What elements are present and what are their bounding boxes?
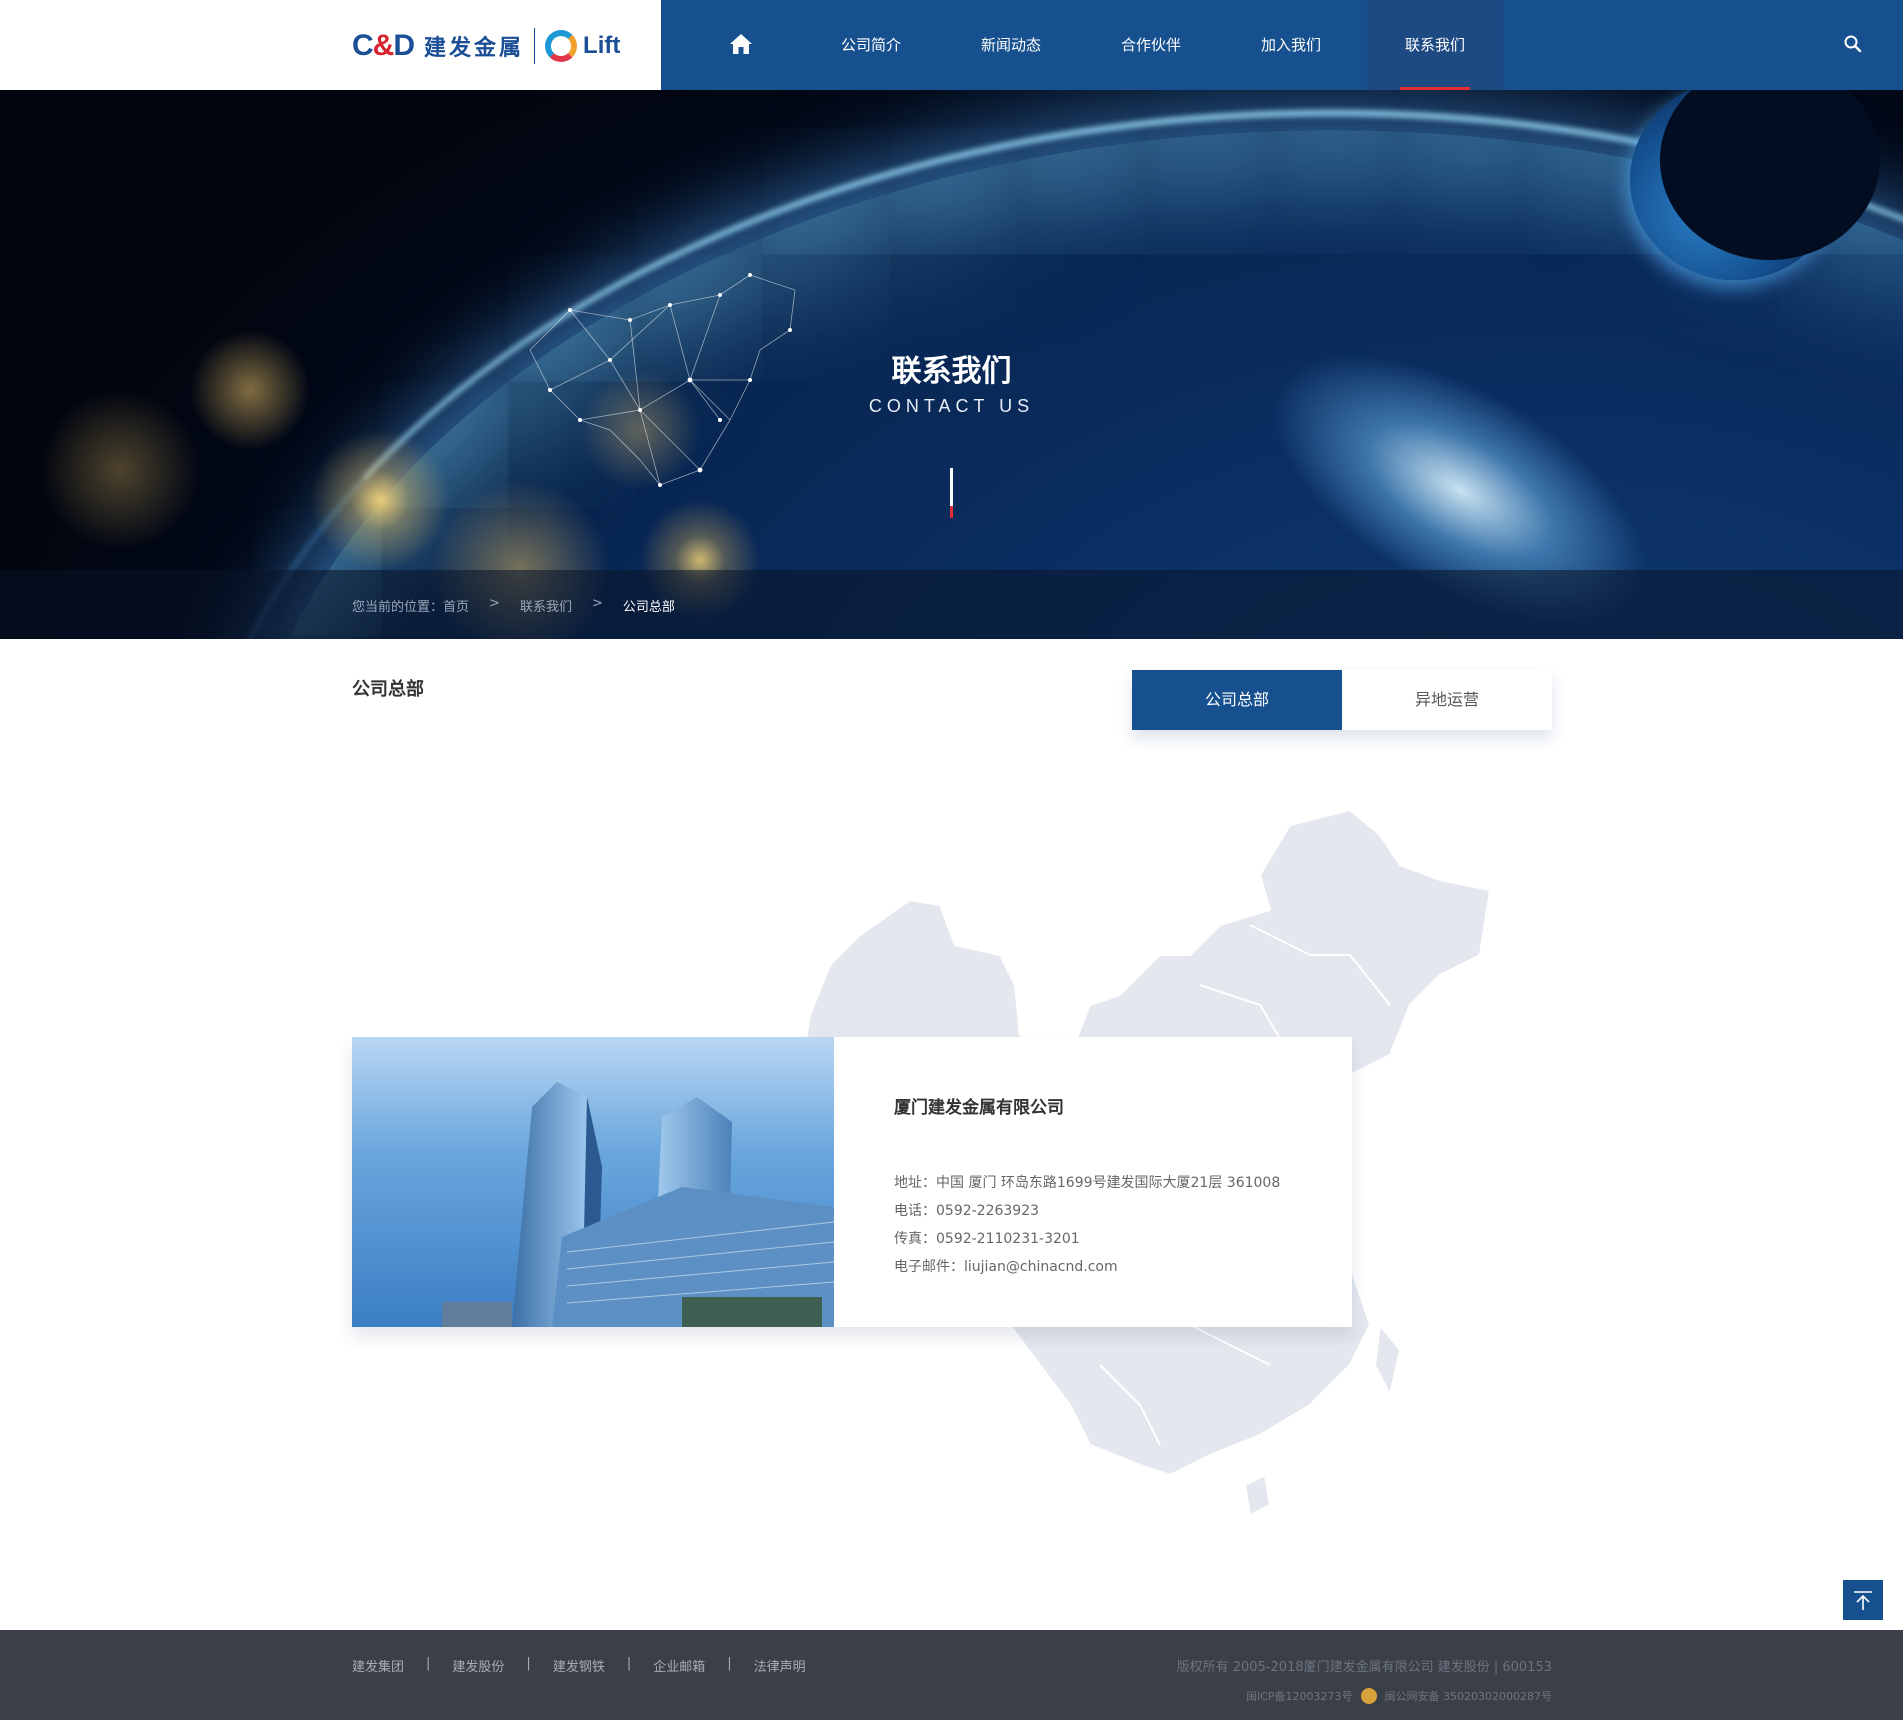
company-name: 厦门建发金属有限公司 [894,1098,1064,1118]
footer-separator: | [426,1656,431,1671]
tab-remote-operations[interactable]: 异地运营 [1342,670,1552,730]
footer-separator: | [626,1656,632,1671]
logo-sub-brand: Lift [583,32,621,59]
nav-home[interactable] [701,0,781,90]
address-text: 地址：中国 厦门 环岛东路1699号建发国际大厦21层 361008 [894,1175,1281,1191]
breadcrumb: 您当前的位置： 首页 > 联系我们 > 公司总部 [352,596,675,615]
police-badge-icon [1360,1688,1377,1704]
nav-item-partners[interactable]: 合作伙伴 [1091,0,1211,90]
nav-item-news[interactable]: 新闻动态 [951,0,1071,90]
footer-separator: | [727,1656,732,1671]
home-icon [730,34,752,54]
lift-logo-icon [545,30,578,62]
banner-divider-accent [950,506,953,518]
icp-record[interactable]: 闽ICP备12003273号 [1246,1688,1353,1704]
footer-link-legal[interactable]: 法律声明 [754,1656,806,1675]
site-footer: 建发集团 | 建发股份 | 建发钢铁 | 企业邮箱 | 法律声明 版权所有 20… [0,1630,1903,1720]
breadcrumb-contact[interactable]: 联系我们 [520,596,572,615]
footer-link-mail[interactable]: 企业邮箱 [653,1656,705,1675]
nav-item-about[interactable]: 公司简介 [811,0,931,90]
email-text[interactable]: 电子邮件：liujian@chinacnd.com [894,1256,1118,1276]
breadcrumb-bar [0,570,1903,639]
footer-link-shares[interactable]: 建发股份 [452,1656,504,1675]
icp-info: 闽ICP备12003273号 闽公网安备 35020302000287号 [1246,1688,1552,1704]
footer-separator: | [526,1656,531,1671]
breadcrumb-home[interactable]: 首页 [443,596,469,615]
nav-item-contact[interactable]: 联系我们 [1367,0,1503,90]
search-icon[interactable] [1843,34,1863,54]
main-nav: 公司简介 新闻动态 合作伙伴 加入我们 联系我们 [661,0,1903,90]
contact-card: 厦门建发金属有限公司 地址：中国 厦门 环岛东路1699号建发国际大厦21层 3… [352,1037,1352,1327]
logo-area: C&D 建发金属 Lift [0,0,661,90]
police-record[interactable]: 闽公网安备 35020302000287号 [1385,1688,1552,1704]
footer-link-steel[interactable]: 建发钢铁 [553,1656,605,1675]
footer-link-group[interactable]: 建发集团 [352,1656,404,1675]
copyright-text: 版权所有 2005-2018厦门建发金属有限公司 建发股份 | 600153 [1176,1660,1552,1675]
logo-brand: C&D [352,29,415,62]
logo-brand-cn: 建发金属 [424,36,525,61]
site-logo[interactable]: C&D 建发金属 Lift [352,26,620,66]
hero-banner: 联系我们 CONTACT US 您当前的位置： 首页 > 联系我们 > 公司总部 [0,90,1903,639]
breadcrumb-separator: > [489,596,500,611]
breadcrumb-prefix: 您当前的位置： [352,600,444,615]
office-tower-image [442,1082,834,1327]
banner-subtitle: CONTACT US [868,396,1035,416]
section-title: 公司总部 [352,679,424,700]
location-tabs: 公司总部 异地运营 [1132,670,1552,730]
building-photo [352,1037,834,1327]
fax-text: 传真：0592-2110231-3201 [894,1231,1080,1247]
logo-divider [534,28,536,64]
nav-item-join[interactable]: 加入我们 [1231,0,1351,90]
breadcrumb-current: 公司总部 [622,600,675,615]
breadcrumb-separator: > [591,596,603,611]
back-to-top-button[interactable] [1843,1580,1883,1620]
banner-title: 联系我们 [891,354,1012,389]
arrow-up-icon [1854,1591,1872,1610]
site-header: C&D 建发金属 Lift 公司简介 新闻动态 合作伙伴 加入我们 联系我们 [0,0,1903,90]
phone-text: 电话：0592-2263923 [894,1203,1040,1219]
banner-divider [950,468,953,506]
tab-headquarters[interactable]: 公司总部 [1132,670,1342,730]
footer-links: 建发集团 | 建发股份 | 建发钢铁 | 企业邮箱 | 法律声明 [352,1656,806,1675]
